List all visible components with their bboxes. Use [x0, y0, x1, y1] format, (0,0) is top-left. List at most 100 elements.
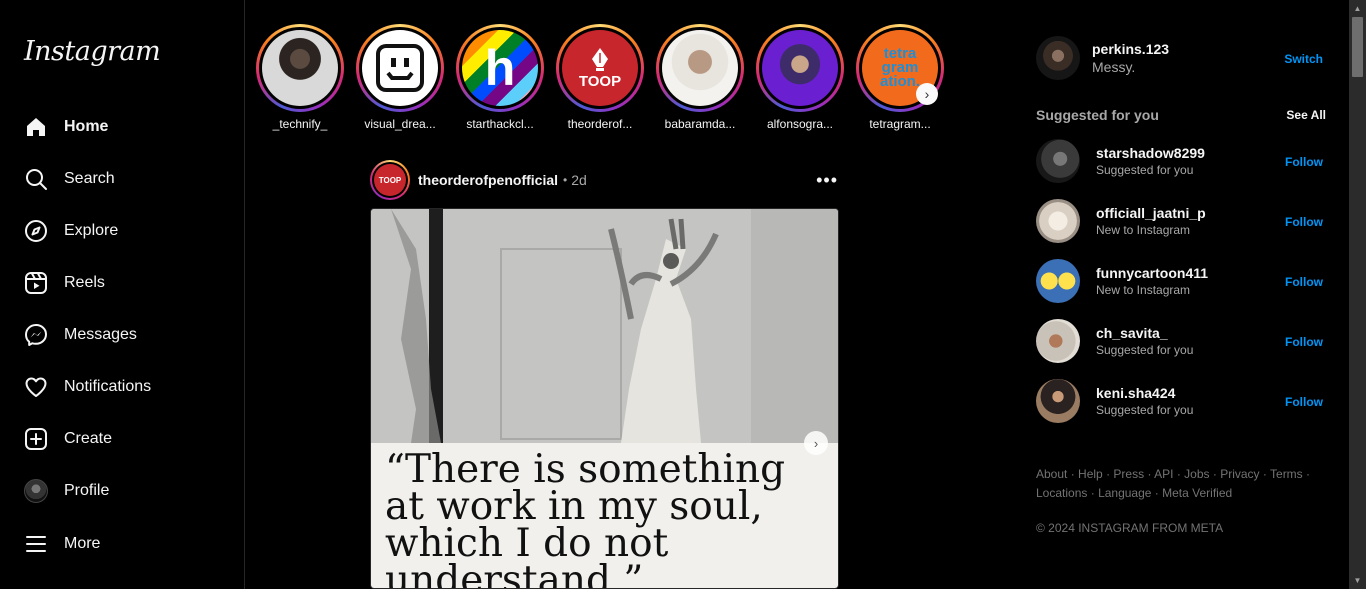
- chevron-right-icon: ›: [924, 86, 930, 102]
- story-item[interactable]: h starthackcl...: [456, 24, 544, 131]
- home-icon: [24, 115, 48, 139]
- suggestion-text: starshadow8299 Suggested for you: [1096, 145, 1205, 177]
- follow-button[interactable]: Follow: [1285, 155, 1323, 169]
- story-item[interactable]: babaramda...: [656, 24, 744, 131]
- avatar[interactable]: [1036, 36, 1080, 80]
- footer-link-privacy[interactable]: Privacy: [1220, 467, 1259, 481]
- follow-button[interactable]: Follow: [1285, 215, 1323, 229]
- sidebar-item-home[interactable]: Home: [12, 101, 232, 153]
- switch-button[interactable]: Switch: [1284, 52, 1323, 66]
- story-item[interactable]: tetra gram ation. tetragram...: [856, 24, 944, 131]
- story-ring: [656, 24, 744, 112]
- story-item[interactable]: alfonsogra...: [756, 24, 844, 131]
- scroll-down-arrow-icon[interactable]: ▼: [1349, 572, 1366, 589]
- footer-link-jobs[interactable]: Jobs: [1184, 467, 1209, 481]
- suggestion-text: ch_savita_ Suggested for you: [1096, 325, 1193, 357]
- sidebar-item-more[interactable]: More: [12, 518, 232, 570]
- story-avatar: [262, 30, 338, 106]
- footer-link-language[interactable]: Language: [1098, 486, 1151, 500]
- story-username: starthackcl...: [466, 117, 534, 131]
- suggestion-item: funnycartoon411 New to Instagram Follow: [1036, 259, 1326, 303]
- plus-square-icon: [24, 427, 48, 451]
- toop-avatar-text: TOOP: [374, 164, 406, 196]
- suggestion-username[interactable]: funnycartoon411: [1096, 265, 1208, 281]
- footer-link-api[interactable]: API: [1154, 467, 1173, 481]
- footer-link-locations[interactable]: Locations: [1036, 486, 1087, 500]
- sidebar-item-search[interactable]: Search: [12, 153, 232, 205]
- story-avatar: h: [462, 30, 538, 106]
- instagram-logo[interactable]: Instagram: [24, 36, 161, 67]
- post-username[interactable]: theorderofpenofficial: [418, 172, 558, 188]
- sidebar-item-label: Messages: [64, 326, 137, 343]
- footer-separator: ·: [1262, 467, 1267, 481]
- suggestion-reason: New to Instagram: [1096, 223, 1191, 237]
- see-all-link[interactable]: See All: [1286, 108, 1326, 122]
- follow-button[interactable]: Follow: [1285, 275, 1323, 289]
- follow-button[interactable]: Follow: [1285, 395, 1323, 409]
- avatar[interactable]: [1036, 139, 1080, 183]
- footer-link-about[interactable]: About: [1036, 467, 1067, 481]
- current-name: Messy.: [1092, 59, 1136, 75]
- footer-separator: ·: [1212, 467, 1217, 481]
- sidebar-item-profile[interactable]: Profile: [12, 465, 232, 517]
- story-avatar: [762, 30, 838, 106]
- footer-separator: ·: [1147, 467, 1152, 481]
- avatar[interactable]: [1036, 199, 1080, 243]
- post-author-avatar[interactable]: TOOP: [370, 160, 410, 200]
- pen-nib-icon: [592, 47, 608, 71]
- sidebar-item-reels[interactable]: Reels: [12, 257, 232, 309]
- post-timestamp[interactable]: 2d: [571, 172, 587, 188]
- follow-button[interactable]: Follow: [1285, 335, 1323, 349]
- story-item[interactable]: _technify_: [256, 24, 344, 131]
- stories-next-button[interactable]: ›: [916, 83, 938, 105]
- heart-icon: [24, 375, 48, 399]
- footer-row-2: Locations · Language · Meta Verified: [1036, 484, 1336, 503]
- suggestion-reason: New to Instagram: [1096, 283, 1191, 297]
- sidebar-item-explore[interactable]: Explore: [12, 205, 232, 257]
- suggestions-header: Suggested for you See All: [1036, 107, 1326, 123]
- story-ring: TOOP: [556, 24, 644, 112]
- suggestion-item: officiall_jaatni_p New to Instagram Foll…: [1036, 199, 1326, 243]
- compass-icon: [24, 219, 48, 243]
- story-ring: [356, 24, 444, 112]
- sidebar-item-notifications[interactable]: Notifications: [12, 361, 232, 413]
- avatar[interactable]: [1036, 379, 1080, 423]
- story-item[interactable]: visual_drea...: [356, 24, 444, 131]
- sidebar-item-create[interactable]: Create: [12, 413, 232, 465]
- footer-separator: ·: [1154, 486, 1159, 500]
- suggestion-username[interactable]: starshadow8299: [1096, 145, 1205, 161]
- story-ring-gap: [659, 27, 741, 109]
- page-scrollbar[interactable]: ▲ ▼: [1349, 0, 1366, 589]
- sidebar-item-label: More: [64, 535, 101, 552]
- footer-separator: ·: [1090, 486, 1095, 500]
- footer-link-press[interactable]: Press: [1113, 467, 1144, 481]
- avatar[interactable]: [1036, 319, 1080, 363]
- copyright: © 2024 INSTAGRAM FROM META: [1036, 521, 1224, 535]
- post-header: TOOP theorderofpenofficial • 2d •••: [370, 159, 840, 201]
- current-account: perkins.123 Messy. Switch: [1036, 36, 1326, 80]
- suggestion-username[interactable]: keni.sha424: [1096, 385, 1193, 401]
- more-options-icon[interactable]: •••: [816, 170, 838, 191]
- story-ring-gap: [259, 27, 341, 109]
- footer-link-help[interactable]: Help: [1078, 467, 1103, 481]
- story-ring-gap: [359, 27, 441, 109]
- scroll-thumb[interactable]: [1352, 17, 1363, 77]
- footer-separator: ·: [1106, 467, 1111, 481]
- suggestion-text: officiall_jaatni_p New to Instagram: [1096, 205, 1206, 237]
- sidebar-item-messages[interactable]: Messages: [12, 309, 232, 361]
- media-next-button[interactable]: ›: [804, 431, 828, 455]
- story-ring-gap: TOOP: [559, 27, 641, 109]
- footer-links: About · Help · Press · API · Jobs · Priv…: [1036, 465, 1336, 503]
- footer-link-meta-verified[interactable]: Meta Verified: [1162, 486, 1232, 500]
- suggestion-username[interactable]: ch_savita_: [1096, 325, 1193, 341]
- story-item[interactable]: TOOP theorderof...: [556, 24, 644, 131]
- suggestion-username[interactable]: officiall_jaatni_p: [1096, 205, 1206, 221]
- post-media[interactable]: “There is something at work in my soul, …: [370, 208, 839, 589]
- story-ring: [256, 24, 344, 112]
- footer-link-terms[interactable]: Terms: [1270, 467, 1303, 481]
- suggestions-title: Suggested for you: [1036, 107, 1159, 123]
- avatar[interactable]: [1036, 259, 1080, 303]
- suggestion-item: keni.sha424 Suggested for you Follow: [1036, 379, 1326, 423]
- current-username[interactable]: perkins.123: [1092, 41, 1169, 57]
- scroll-up-arrow-icon[interactable]: ▲: [1349, 0, 1366, 17]
